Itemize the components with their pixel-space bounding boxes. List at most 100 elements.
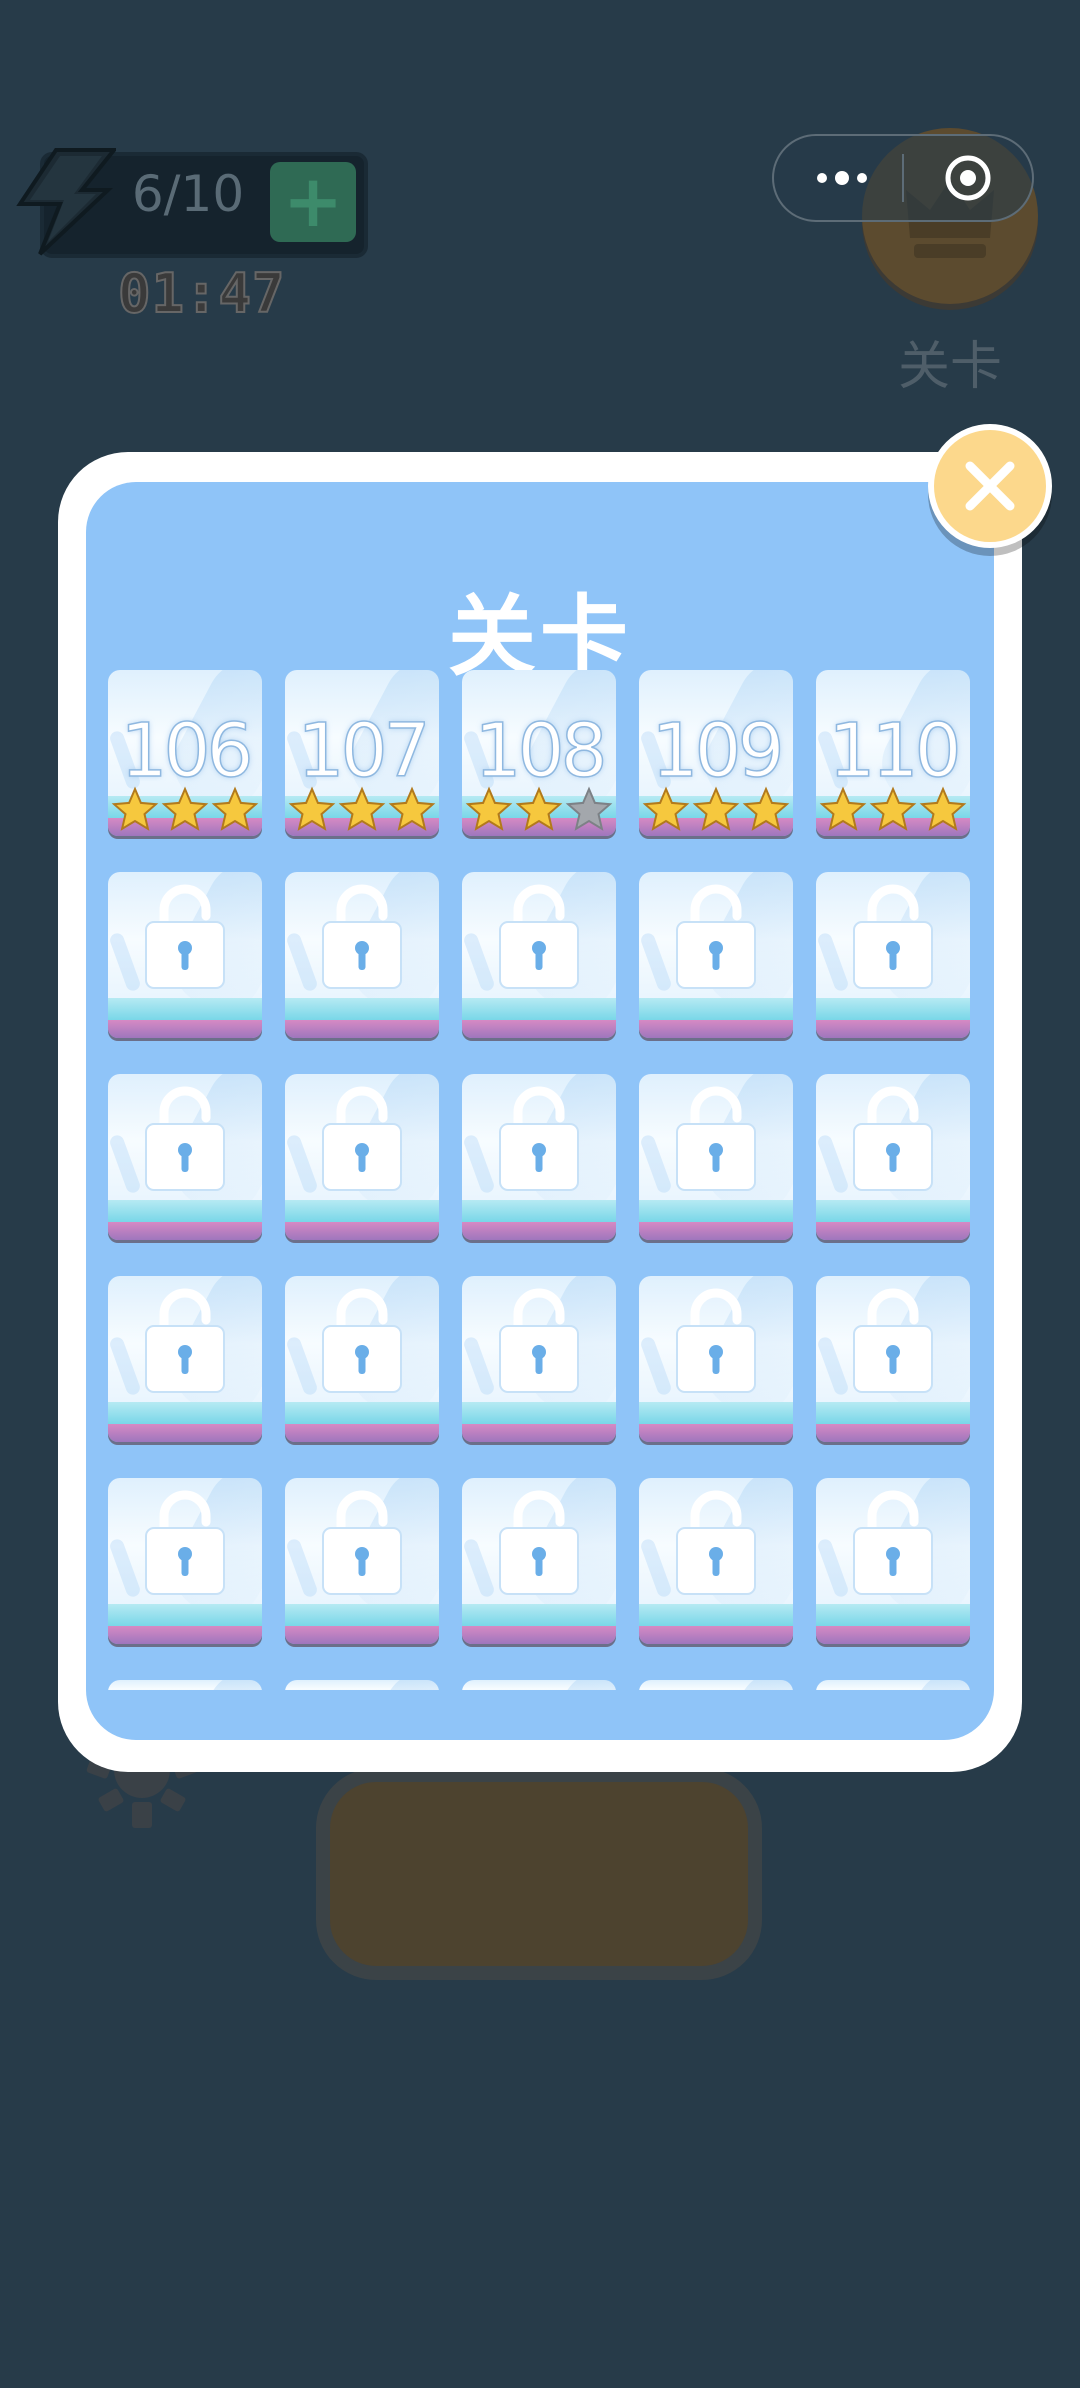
lock-icon <box>853 1288 933 1393</box>
lock-icon <box>676 884 756 989</box>
tile-base <box>108 1424 262 1442</box>
tile-base <box>816 1626 970 1644</box>
locked-level-tile <box>816 1276 970 1446</box>
locked-level-tile <box>816 872 970 1042</box>
mini-program-capsule <box>772 134 1034 222</box>
lock-icon <box>853 884 933 989</box>
tile-base <box>639 1626 793 1644</box>
lock-icon <box>145 1288 225 1393</box>
locked-level-tile <box>816 1478 970 1648</box>
lock-icon <box>499 884 579 989</box>
locked-level-tile <box>108 872 262 1042</box>
tile-base <box>816 1020 970 1038</box>
energy-timer: 01:47 <box>117 261 286 326</box>
tile-face <box>285 1680 439 1690</box>
tile-base <box>285 1222 439 1240</box>
lock-icon <box>145 1086 225 1191</box>
lock-icon <box>145 884 225 989</box>
lock-icon <box>853 1490 933 1595</box>
star-rating <box>819 786 967 831</box>
tile-base <box>285 1424 439 1442</box>
close-icon <box>965 461 1015 511</box>
star-icon <box>819 786 867 831</box>
tile-face <box>462 1680 616 1690</box>
star-icon <box>288 786 336 831</box>
locked-level-tile <box>639 1680 793 1690</box>
levels-button-label: 关卡 <box>897 337 1002 397</box>
locked-level-tile <box>285 1276 439 1446</box>
tile-face <box>639 1680 793 1690</box>
tile-base <box>285 1626 439 1644</box>
lock-icon <box>676 1490 756 1595</box>
level-tile-108[interactable]: 108 <box>462 670 616 840</box>
locked-level-tile <box>639 1074 793 1244</box>
lock-icon <box>676 1086 756 1191</box>
star-icon <box>869 786 917 831</box>
level-tile-106[interactable]: 106 <box>108 670 262 840</box>
star-icon <box>338 786 386 831</box>
locked-level-tile <box>108 1074 262 1244</box>
star-icon <box>211 786 259 831</box>
star-rating <box>465 786 613 831</box>
tile-base <box>285 1020 439 1038</box>
add-energy-button[interactable]: + <box>270 162 356 242</box>
locked-level-tile <box>108 1478 262 1648</box>
locked-level-tile <box>108 1276 262 1446</box>
star-rating <box>288 786 436 831</box>
level-tile-110[interactable]: 110 <box>816 670 970 840</box>
lock-icon <box>499 1086 579 1191</box>
star-icon <box>515 786 563 831</box>
tile-base <box>816 1222 970 1240</box>
level-number: 106 <box>120 707 255 795</box>
locked-level-tile <box>285 1074 439 1244</box>
locked-level-tile <box>816 1680 970 1690</box>
more-dots-icon[interactable] <box>812 158 872 198</box>
tile-base <box>462 1626 616 1644</box>
star-icon <box>642 786 690 831</box>
level-number: 110 <box>828 707 963 795</box>
tile-base <box>639 1020 793 1038</box>
locked-level-tile <box>462 1276 616 1446</box>
close-button[interactable] <box>928 424 1052 548</box>
star-icon <box>742 786 790 831</box>
star-icon <box>919 786 967 831</box>
star-icon <box>111 786 159 831</box>
star-rating <box>111 786 259 831</box>
empty-star-icon <box>565 786 613 831</box>
level-select-modal: 关卡 106 107 108 109 110 <box>58 452 1022 1772</box>
lock-icon <box>322 1086 402 1191</box>
tile-base <box>639 1424 793 1442</box>
locked-level-tile <box>285 1478 439 1648</box>
level-panel: 关卡 106 107 108 109 110 <box>86 482 994 1740</box>
level-number: 108 <box>474 707 609 795</box>
locked-level-tile <box>462 872 616 1042</box>
star-icon <box>465 786 513 831</box>
tile-base <box>462 1424 616 1442</box>
capsule-divider <box>902 154 904 202</box>
tile-base <box>108 1222 262 1240</box>
lock-icon <box>145 1490 225 1595</box>
locked-level-tile <box>639 872 793 1042</box>
tile-base <box>108 1626 262 1644</box>
lock-icon <box>499 1490 579 1595</box>
locked-level-tile <box>462 1478 616 1648</box>
target-icon[interactable] <box>944 154 992 202</box>
level-grid[interactable]: 106 107 108 109 110 <box>108 670 972 1690</box>
tile-base <box>816 1424 970 1442</box>
lock-icon <box>322 1490 402 1595</box>
tile-base <box>639 1222 793 1240</box>
tile-face <box>816 1680 970 1690</box>
star-rating <box>642 786 790 831</box>
lock-icon <box>853 1086 933 1191</box>
play-button[interactable] <box>316 1768 762 1980</box>
star-icon <box>388 786 436 831</box>
tile-base <box>462 1222 616 1240</box>
lock-icon <box>499 1288 579 1393</box>
level-number: 107 <box>297 707 432 795</box>
level-tile-107[interactable]: 107 <box>285 670 439 840</box>
locked-level-tile <box>285 1680 439 1690</box>
level-number: 109 <box>651 707 786 795</box>
level-tile-109[interactable]: 109 <box>639 670 793 840</box>
locked-level-tile <box>462 1680 616 1690</box>
energy-count: 6/10 <box>131 165 245 223</box>
